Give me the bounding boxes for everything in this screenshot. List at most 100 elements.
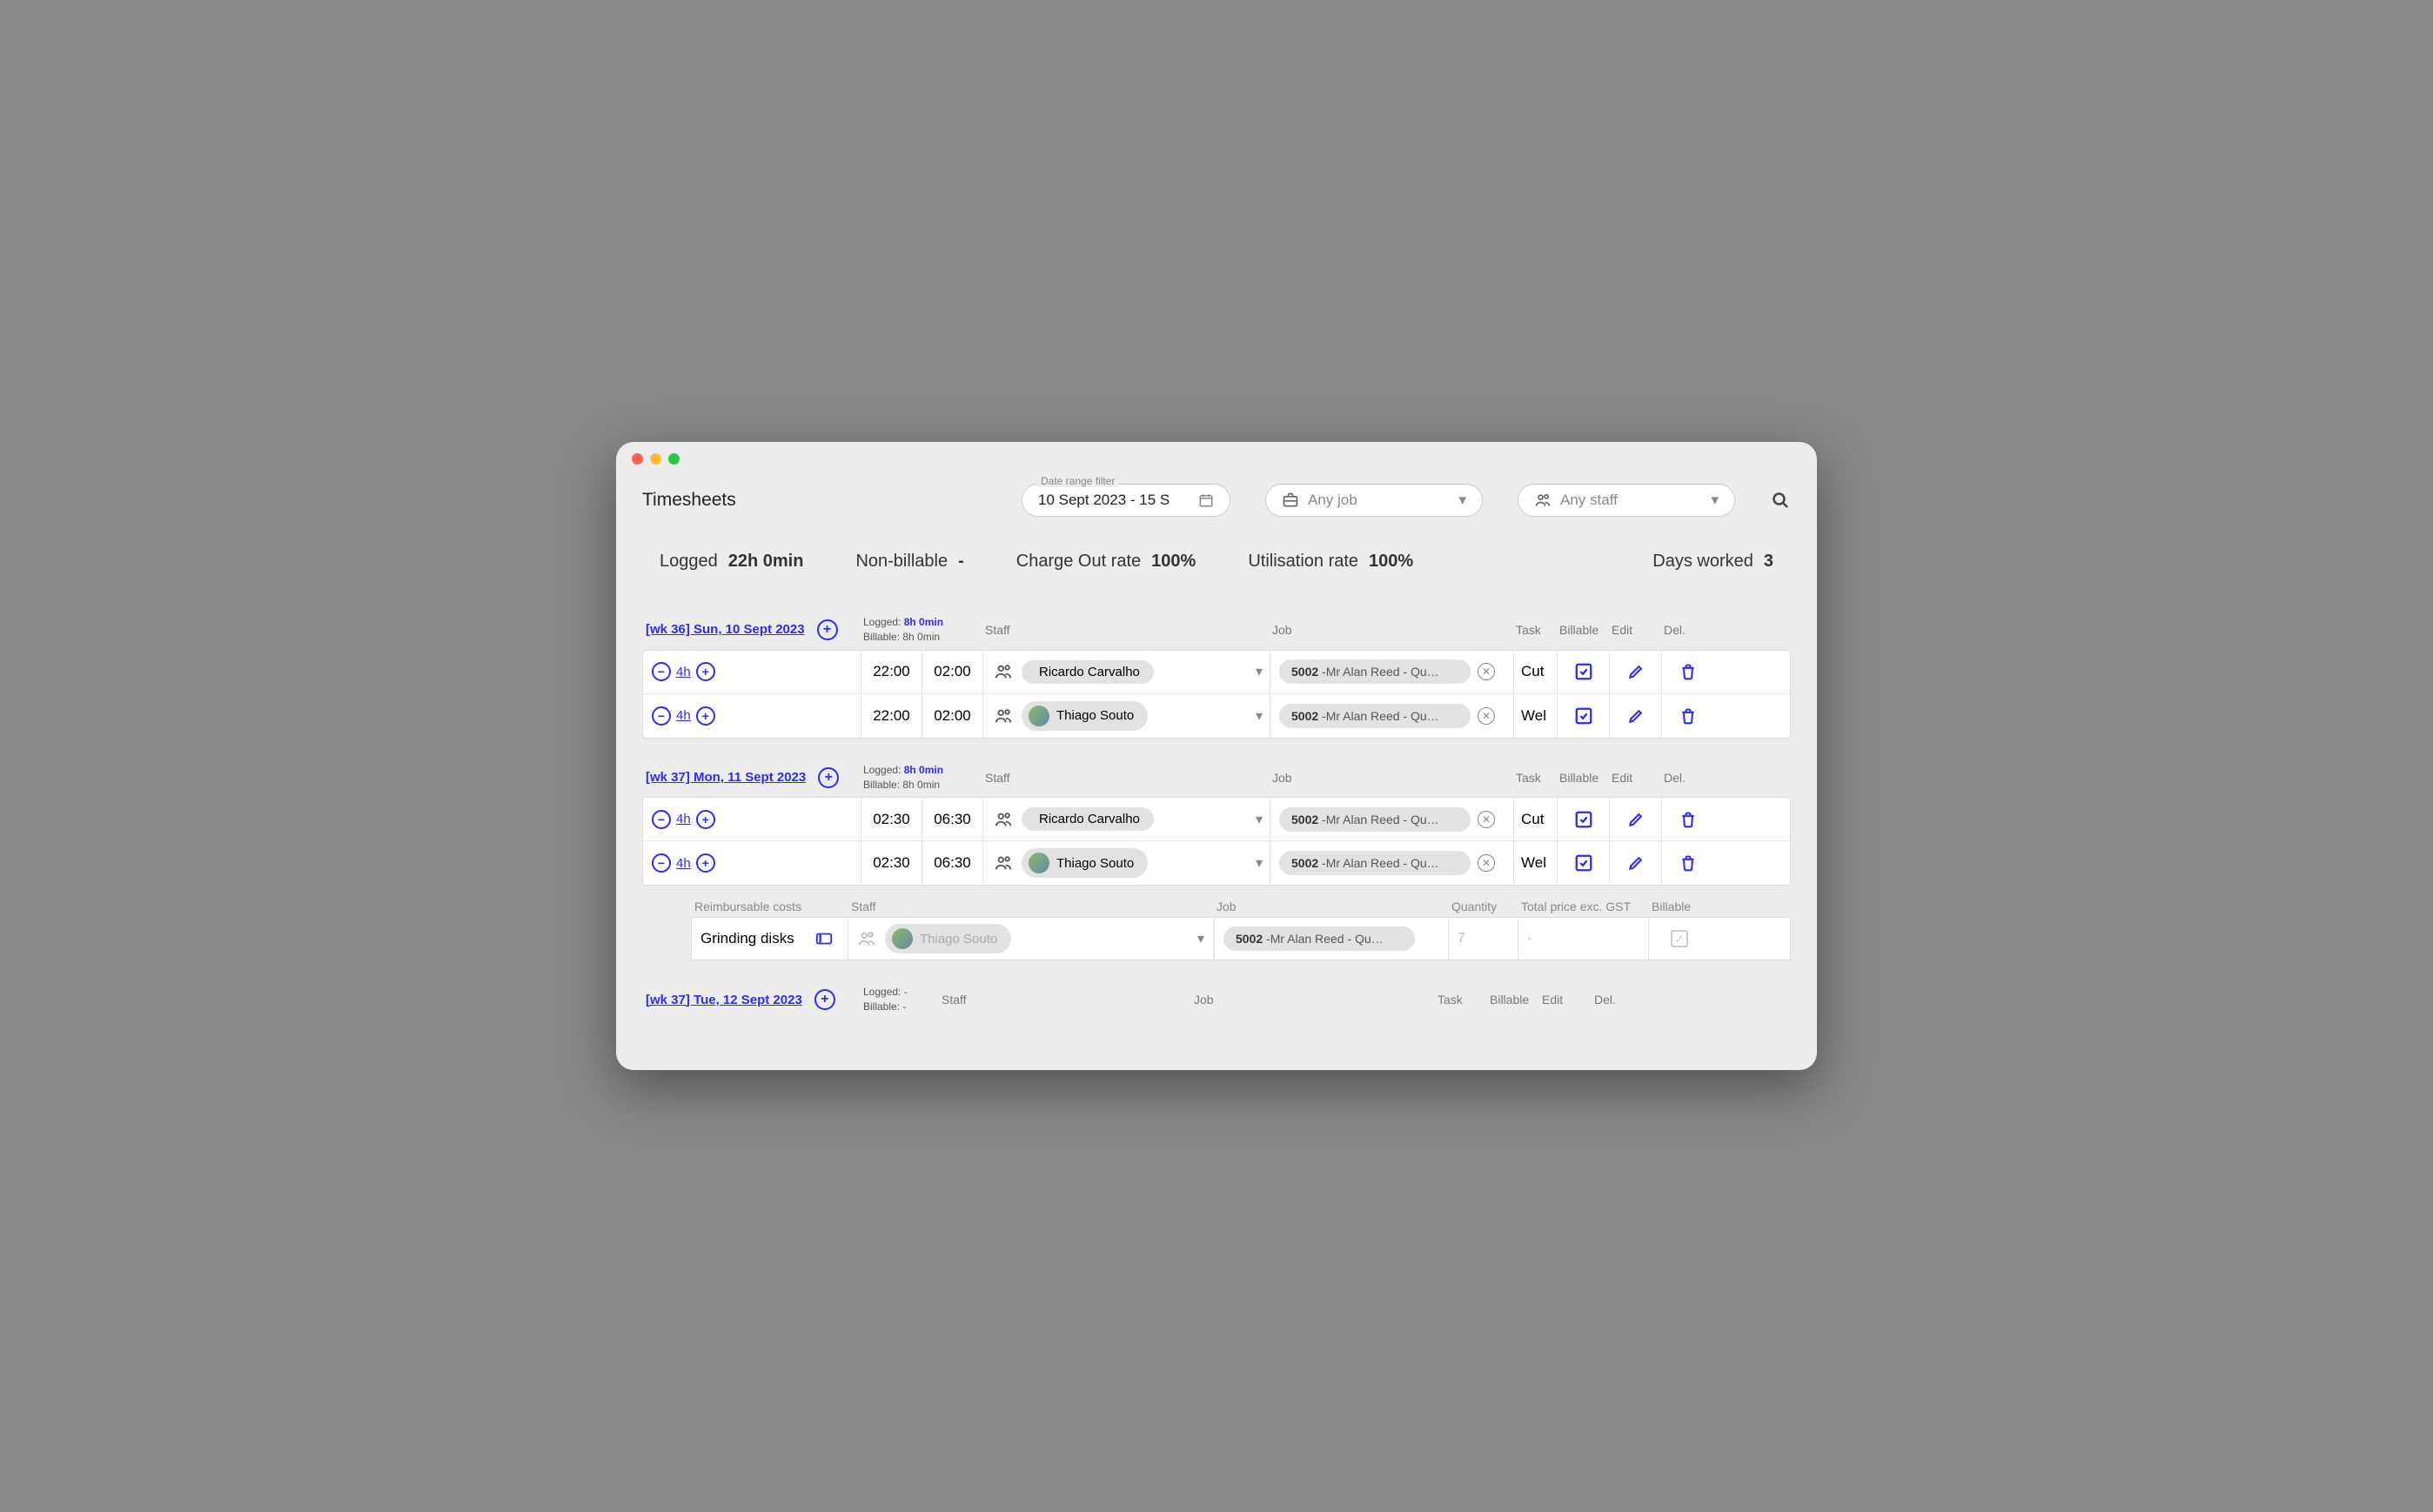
task-value: Wel [1513,841,1557,885]
end-time[interactable]: 06:30 [922,841,982,885]
day-link[interactable]: [wk 37] Mon, 11 Sept 2023 [646,770,806,785]
delete-button[interactable] [1661,798,1713,840]
duration-link[interactable]: 4h [676,812,691,826]
search-icon[interactable] [1770,490,1791,511]
cost-job-select[interactable]: 5002 -Mr Alan Reed - Que... [1214,918,1449,960]
job-filter-placeholder: Any job [1308,492,1357,509]
increase-duration-button[interactable] [696,810,715,829]
billable-checkbox[interactable] [1557,694,1609,738]
ticket-icon [814,929,834,948]
decrease-duration-button[interactable] [652,853,671,873]
job-header: Job [1194,993,1438,1007]
start-time[interactable]: 22:00 [861,651,922,693]
day-link[interactable]: [wk 36] Sun, 10 Sept 2023 [646,622,805,637]
logged-value: 22h 0min [728,552,804,572]
duration-link[interactable]: 4h [676,665,691,679]
staff-header: Staff [942,993,1194,1007]
job-select[interactable]: 5002 -Mr Alan Reed - Que... ✕ [1270,651,1513,693]
start-time[interactable]: 02:30 [861,841,922,885]
staff-name: Ricardo Carvalho [1039,665,1140,679]
edit-button[interactable] [1609,798,1661,840]
nonbillable-value: - [958,552,964,572]
task-value: Cut [1513,651,1557,693]
clear-job-icon[interactable]: ✕ [1478,854,1495,872]
staff-name: Ricardo Carvalho [1039,812,1140,826]
cost-name: Grinding disks [700,930,794,947]
price-value: - [1518,918,1649,960]
add-entry-button[interactable]: + [818,767,839,788]
chevron-down-icon: ▾ [1256,663,1263,680]
task-header: Task [1516,771,1559,785]
job-header: Job [1272,623,1516,637]
titlebar [616,442,1817,475]
edit-button[interactable] [1609,841,1661,885]
maximize-window-button[interactable] [668,453,680,465]
job-filter[interactable]: Any job ▾ [1265,484,1483,517]
end-time[interactable]: 02:00 [922,651,982,693]
totalprice-header: Total price exc. GST [1521,900,1652,913]
staff-header: Staff [985,771,1272,785]
decrease-duration-button[interactable] [652,662,671,681]
logged-label: Logged [660,552,718,572]
add-entry-button[interactable]: + [817,619,838,640]
decrease-duration-button[interactable] [652,706,671,726]
app-window: Timesheets Date range filter 10 Sept 202… [616,442,1817,1070]
decrease-duration-button[interactable] [652,810,671,829]
utilisation-label: Utilisation rate [1248,552,1358,572]
edit-button[interactable] [1609,694,1661,738]
staff-header: Staff [851,900,1216,913]
job-select[interactable]: 5002 -Mr Alan Reed - Que... ✕ [1270,841,1513,885]
staff-select[interactable]: Ricardo Carvalho ▾ [982,798,1270,840]
quantity-input[interactable]: 7 [1449,918,1518,960]
start-time[interactable]: 02:30 [861,798,922,840]
cost-staff-select[interactable]: Thiago Souto ▾ [848,918,1214,960]
time-entry-row: 4h 02:30 06:30 Ricardo Carvalho ▾ 5002 -… [643,798,1790,841]
task-value: Wel [1513,694,1557,738]
add-entry-button[interactable]: + [814,989,835,1010]
people-icon [1534,492,1552,509]
staff-header: Staff [985,623,1272,637]
billable-header: Billable [1559,771,1612,785]
staff-filter[interactable]: Any staff ▾ [1518,484,1735,517]
day-link[interactable]: [wk 37] Tue, 12 Sept 2023 [646,993,802,1007]
time-entry-row: 4h 22:00 02:00 Thiago Souto ▾ 5002 -Mr A… [643,694,1790,738]
start-time[interactable]: 22:00 [861,694,922,738]
end-time[interactable]: 02:00 [922,694,982,738]
cost-row: Grinding disks Thiago Souto ▾ 5002 -Mr A… [691,917,1791,960]
delete-button[interactable] [1661,651,1713,693]
people-icon [857,929,876,948]
avatar [1029,853,1049,873]
duration-link[interactable]: 4h [676,856,691,871]
staff-select[interactable]: Thiago Souto ▾ [982,841,1270,885]
cost-billable-checkbox[interactable]: ✓ [1649,918,1710,960]
minimize-window-button[interactable] [650,453,661,465]
increase-duration-button[interactable] [696,662,715,681]
staff-select[interactable]: Ricardo Carvalho ▾ [982,651,1270,693]
edit-button[interactable] [1609,651,1661,693]
job-select[interactable]: 5002 -Mr Alan Reed - Que... ✕ [1270,694,1513,738]
clear-job-icon[interactable]: ✕ [1478,811,1495,828]
job-select[interactable]: 5002 -Mr Alan Reed - Que... ✕ [1270,798,1513,840]
end-time[interactable]: 06:30 [922,798,982,840]
people-icon [994,662,1013,681]
edit-header: Edit [1612,771,1664,785]
clear-job-icon[interactable]: ✕ [1478,707,1495,725]
increase-duration-button[interactable] [696,853,715,873]
billable-header: Billable [1490,993,1542,1007]
staff-name: Thiago Souto [1056,856,1134,871]
duration-link[interactable]: 4h [676,708,691,723]
increase-duration-button[interactable] [696,706,715,726]
close-window-button[interactable] [632,453,643,465]
daysworked-label: Days worked [1652,552,1753,572]
delete-button[interactable] [1661,694,1713,738]
date-range-filter[interactable]: 10 Sept 2023 - 15 S [1022,484,1230,517]
staff-select[interactable]: Thiago Souto ▾ [982,694,1270,738]
billable-checkbox[interactable] [1557,841,1609,885]
nonbillable-label: Non-billable [855,552,948,572]
chevron-down-icon: ▾ [1197,930,1204,947]
time-entry-row: 4h 22:00 02:00 Ricardo Carvalho ▾ 5002 -… [643,651,1790,694]
delete-button[interactable] [1661,841,1713,885]
billable-checkbox[interactable] [1557,651,1609,693]
clear-job-icon[interactable]: ✕ [1478,663,1495,680]
billable-checkbox[interactable] [1557,798,1609,840]
